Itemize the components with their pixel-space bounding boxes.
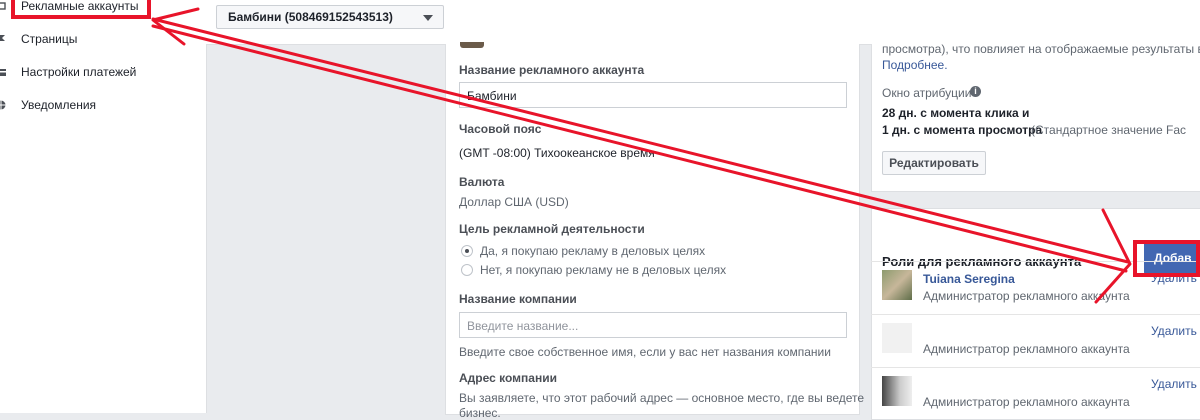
account-name-input[interactable]: Бамбини — [459, 82, 847, 108]
company-name-input[interactable]: Введите название... — [459, 312, 847, 338]
account-selector[interactable]: Бамбини (508469152543513) — [216, 5, 444, 29]
info-icon[interactable]: i — [970, 86, 981, 97]
avatar — [882, 323, 912, 353]
company-name-placeholder: Введите название... — [467, 319, 579, 333]
timezone-label: Часовой пояс — [459, 122, 542, 136]
attribution-text: просмотра), что повлияет на отображаемые… — [882, 42, 1200, 56]
ad-accounts-icon — [0, 1, 6, 11]
account-selector-label: Бамбини (508469152543513) — [228, 10, 393, 24]
purpose-radio-personal[interactable] — [461, 264, 473, 276]
purpose-label: Цель рекламной деятельности — [459, 222, 645, 236]
sidebar-item-label: Настройки платежей — [21, 65, 137, 79]
attribution-window-label: Окно атрибуции — [882, 86, 972, 100]
purpose-option-personal: Нет, я покупаю рекламу не в деловых целя… — [480, 263, 727, 277]
company-address-hint-2: бизнес. — [459, 406, 501, 420]
account-name-value: Бамбини — [467, 89, 517, 103]
company-name-hint: Введите свое собственное имя, если у вас… — [459, 345, 831, 359]
avatar — [882, 270, 912, 300]
timezone-value: (GMT -08:00) Тихоокеанское время — [459, 146, 655, 160]
edit-button[interactable]: Редактировать — [882, 151, 986, 175]
role-row: Администратор рекламного аккаунта Удалит… — [871, 314, 1200, 361]
company-address-label: Адрес компании — [459, 371, 557, 385]
purpose-option-business: Да, я покупаю рекламу в деловых целях — [480, 244, 706, 258]
annotation-box-add-button — [1133, 240, 1200, 277]
role-row: Администратор рекламного аккаунта Удалит… — [871, 367, 1200, 414]
globe-icon — [0, 100, 6, 110]
learn-more-link[interactable]: Подробнее. — [882, 58, 948, 72]
avatar — [882, 376, 912, 406]
remove-role-link[interactable]: Удалить п — [1151, 324, 1200, 338]
company-address-hint: Вы заявляете, что этот рабочий адрес — о… — [459, 391, 865, 405]
role-member-role: Администратор рекламного аккаунта — [923, 395, 1130, 409]
payment-icon — [0, 67, 6, 77]
account-name-label: Название рекламного аккаунта — [459, 63, 645, 77]
chevron-down-icon — [423, 15, 433, 21]
account-image — [460, 42, 484, 48]
purpose-radio-business[interactable] — [461, 245, 473, 257]
sidebar-item-label: Страницы — [21, 32, 78, 46]
role-member-role: Администратор рекламного аккаунта — [923, 289, 1130, 303]
attribution-line-2: 1 дн. с момента просмотра — [882, 123, 1043, 137]
role-member-name[interactable]: Tuiana Seregina — [923, 272, 1015, 286]
flag-icon — [0, 34, 6, 44]
attribution-line-2-default: (Стандартное значение Fac — [1031, 123, 1187, 137]
remove-role-link[interactable]: Удалить п — [1151, 377, 1200, 391]
currency-label: Валюта — [459, 175, 505, 189]
currency-value: Доллар США (USD) — [459, 195, 569, 209]
attribution-line-1: 28 дн. с момента клика и — [882, 106, 1030, 120]
role-member-role: Администратор рекламного аккаунта — [923, 342, 1130, 356]
company-name-label: Название компании — [459, 292, 577, 306]
sidebar-item-label: Уведомления — [21, 98, 97, 112]
annotation-box-sidebar — [11, 0, 151, 19]
settings-sidebar: Рекламные аккаунты Страницы Настройки пл… — [0, 0, 207, 413]
